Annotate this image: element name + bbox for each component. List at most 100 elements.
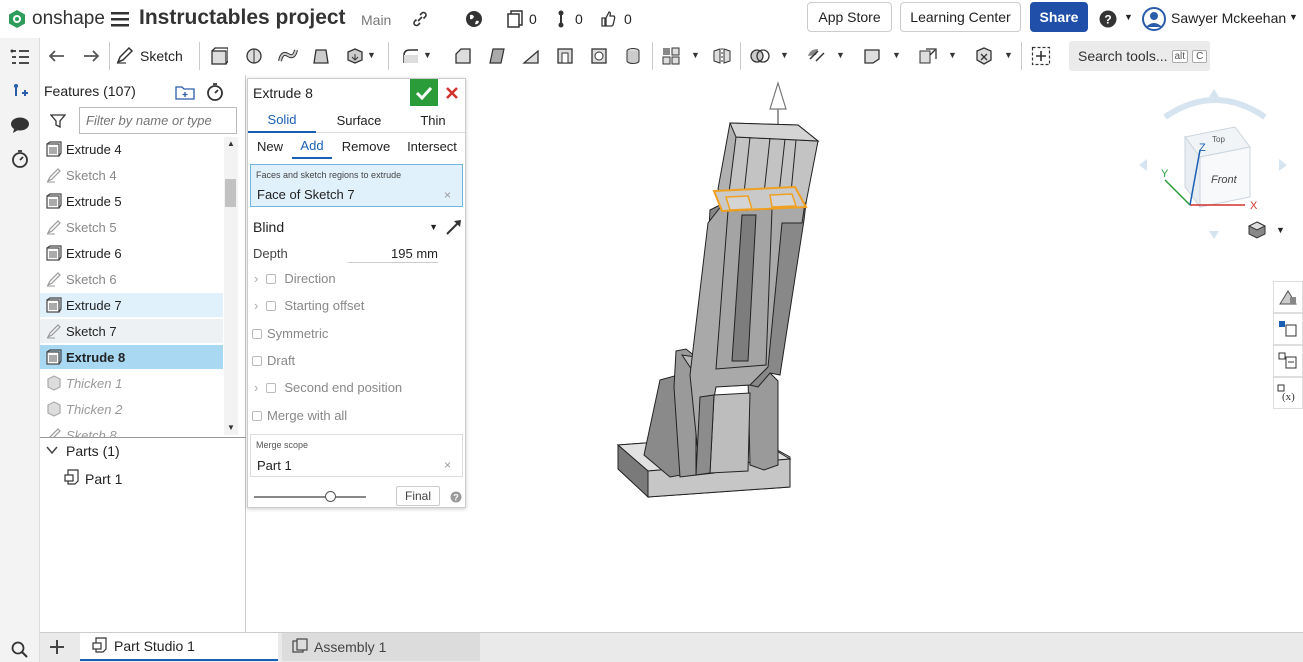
fillet-icon[interactable]: [400, 44, 422, 68]
symmetric-row[interactable]: Symmetric: [252, 326, 328, 341]
rotate-left-arrow-icon[interactable]: [1139, 159, 1147, 171]
merge-all-row[interactable]: Merge with all: [252, 408, 347, 423]
rotate-right-arrow-icon[interactable]: [1279, 159, 1287, 171]
second-end-row[interactable]: › Second end position: [254, 380, 402, 395]
branches-icon[interactable]: [554, 9, 568, 29]
tab-thin[interactable]: Thin: [408, 107, 458, 133]
add-tab-plus-icon[interactable]: [45, 636, 69, 658]
split-icon[interactable]: [805, 44, 827, 68]
final-button[interactable]: Final: [396, 486, 440, 506]
tab-solid[interactable]: Solid: [248, 107, 316, 133]
help-icon[interactable]: ?: [1098, 9, 1118, 29]
feature-list-icon[interactable]: [9, 46, 31, 68]
preview-slider-thumb[interactable]: [325, 491, 336, 502]
fillet-chevron-down-icon[interactable]: ▼: [423, 50, 432, 60]
extrude-icon[interactable]: [208, 44, 230, 68]
feature-list-item[interactable]: Thicken 2: [40, 397, 223, 421]
scroll-down-icon[interactable]: ▼: [227, 423, 235, 432]
app-store-button[interactable]: App Store: [807, 2, 892, 32]
feature-list-item[interactable]: Sketch 8: [40, 423, 223, 437]
boolean-chevron-down-icon[interactable]: ▼: [780, 50, 789, 60]
filter-icon[interactable]: [49, 112, 67, 130]
chamfer-icon[interactable]: [452, 44, 474, 68]
user-name[interactable]: Sawyer Mckeehan: [1171, 10, 1286, 26]
rollback-bar[interactable]: [40, 437, 246, 438]
model-viewport[interactable]: [600, 75, 840, 515]
appearance-panel-icon[interactable]: [1273, 281, 1303, 313]
direction-row[interactable]: › Direction: [254, 271, 336, 286]
feature-list-item[interactable]: Sketch 6: [40, 267, 223, 291]
parts-header[interactable]: Parts (1): [46, 443, 120, 459]
hole-icon[interactable]: [588, 44, 610, 68]
feature-list-item[interactable]: Extrude 4: [40, 137, 223, 161]
view-options-cube-icon[interactable]: [1247, 220, 1267, 240]
feature-list-item[interactable]: Sketch 7: [40, 319, 223, 343]
symmetric-checkbox[interactable]: [252, 328, 262, 339]
pattern-icon[interactable]: [660, 44, 682, 68]
feature-list-item[interactable]: Extrude 6: [40, 241, 223, 265]
hamburger-menu-icon[interactable]: [110, 9, 130, 29]
mirror-icon[interactable]: [711, 44, 733, 68]
end-type-select[interactable]: Blind ▼: [250, 215, 438, 239]
search-tools-input[interactable]: Search tools... alt C: [1069, 41, 1210, 71]
share-button[interactable]: Share: [1030, 2, 1088, 32]
delete-part-icon[interactable]: [973, 44, 995, 68]
plane-icon[interactable]: [861, 44, 883, 68]
loft-icon[interactable]: [310, 44, 332, 68]
thicken-chevron-down-icon[interactable]: ▼: [367, 50, 376, 60]
insert-feature-icon[interactable]: [9, 80, 31, 102]
tab-remove[interactable]: Remove: [338, 133, 394, 159]
scroll-up-icon[interactable]: ▲: [227, 139, 235, 148]
faces-selection-box[interactable]: Faces and sketch regions to extrude Face…: [250, 164, 463, 207]
tab-add[interactable]: Add: [292, 133, 332, 159]
transform-icon[interactable]: [917, 44, 939, 68]
globe-icon[interactable]: [463, 8, 485, 30]
draft-icon[interactable]: [486, 44, 508, 68]
plane-chevron-down-icon[interactable]: ▼: [892, 50, 901, 60]
view-cube-rotate-arrows[interactable]: [1163, 97, 1267, 120]
user-avatar-icon[interactable]: [1141, 7, 1167, 31]
redo-icon[interactable]: [80, 44, 102, 68]
rotate-up-arrow-icon[interactable]: [1209, 89, 1219, 97]
delete-part-chevron-down-icon[interactable]: ▼: [1004, 50, 1013, 60]
rollback-timer-icon[interactable]: [204, 82, 226, 102]
user-chevron-down-icon[interactable]: ▼: [1289, 12, 1298, 22]
merge-all-checkbox[interactable]: [252, 410, 262, 421]
draft-row[interactable]: Draft: [252, 353, 295, 368]
revolve-icon[interactable]: [243, 44, 265, 68]
undo-icon[interactable]: [46, 44, 68, 68]
cancel-close-icon[interactable]: [441, 82, 463, 104]
direction-checkbox[interactable]: [266, 273, 277, 284]
add-folder-icon[interactable]: [174, 83, 196, 101]
dialog-help-icon[interactable]: ?: [449, 490, 463, 504]
starting-offset-row[interactable]: › Starting offset: [254, 298, 364, 313]
thicken-icon[interactable]: [344, 44, 366, 68]
feature-list-item[interactable]: Thicken 1: [40, 371, 223, 395]
help-chevron-down-icon[interactable]: ▼: [1124, 12, 1133, 22]
mass-properties-icon[interactable]: [1273, 345, 1303, 377]
cylinder-icon[interactable]: [622, 44, 644, 68]
remove-selection-icon[interactable]: ×: [444, 188, 451, 202]
onshape-logo-icon[interactable]: [6, 8, 28, 30]
pattern-chevron-down-icon[interactable]: ▼: [691, 50, 700, 60]
feature-list-item[interactable]: Sketch 5: [40, 215, 223, 239]
feature-list-item[interactable]: Extrude 7: [40, 293, 223, 317]
feature-list-item[interactable]: Sketch 4: [40, 163, 223, 187]
flip-direction-icon[interactable]: [443, 215, 465, 239]
comments-icon[interactable]: [9, 114, 31, 136]
scroll-thumb[interactable]: [225, 179, 236, 207]
remove-scope-icon[interactable]: ×: [444, 458, 451, 472]
tab-part-studio[interactable]: Part Studio 1: [80, 633, 278, 661]
part-list-item[interactable]: Part 1: [64, 469, 122, 488]
starting-offset-checkbox[interactable]: [266, 300, 277, 311]
tab-surface[interactable]: Surface: [320, 107, 398, 133]
second-end-checkbox[interactable]: [266, 382, 277, 393]
search-icon[interactable]: [9, 638, 31, 660]
learning-center-button[interactable]: Learning Center: [900, 2, 1021, 32]
split-chevron-down-icon[interactable]: ▼: [836, 50, 845, 60]
link-icon[interactable]: [410, 9, 430, 29]
tab-assembly[interactable]: Assembly 1: [282, 633, 480, 661]
feature-filter-input[interactable]: [79, 107, 237, 134]
feature-list-scrollbar[interactable]: ▲ ▼: [224, 137, 238, 435]
sweep-icon[interactable]: [277, 44, 299, 68]
